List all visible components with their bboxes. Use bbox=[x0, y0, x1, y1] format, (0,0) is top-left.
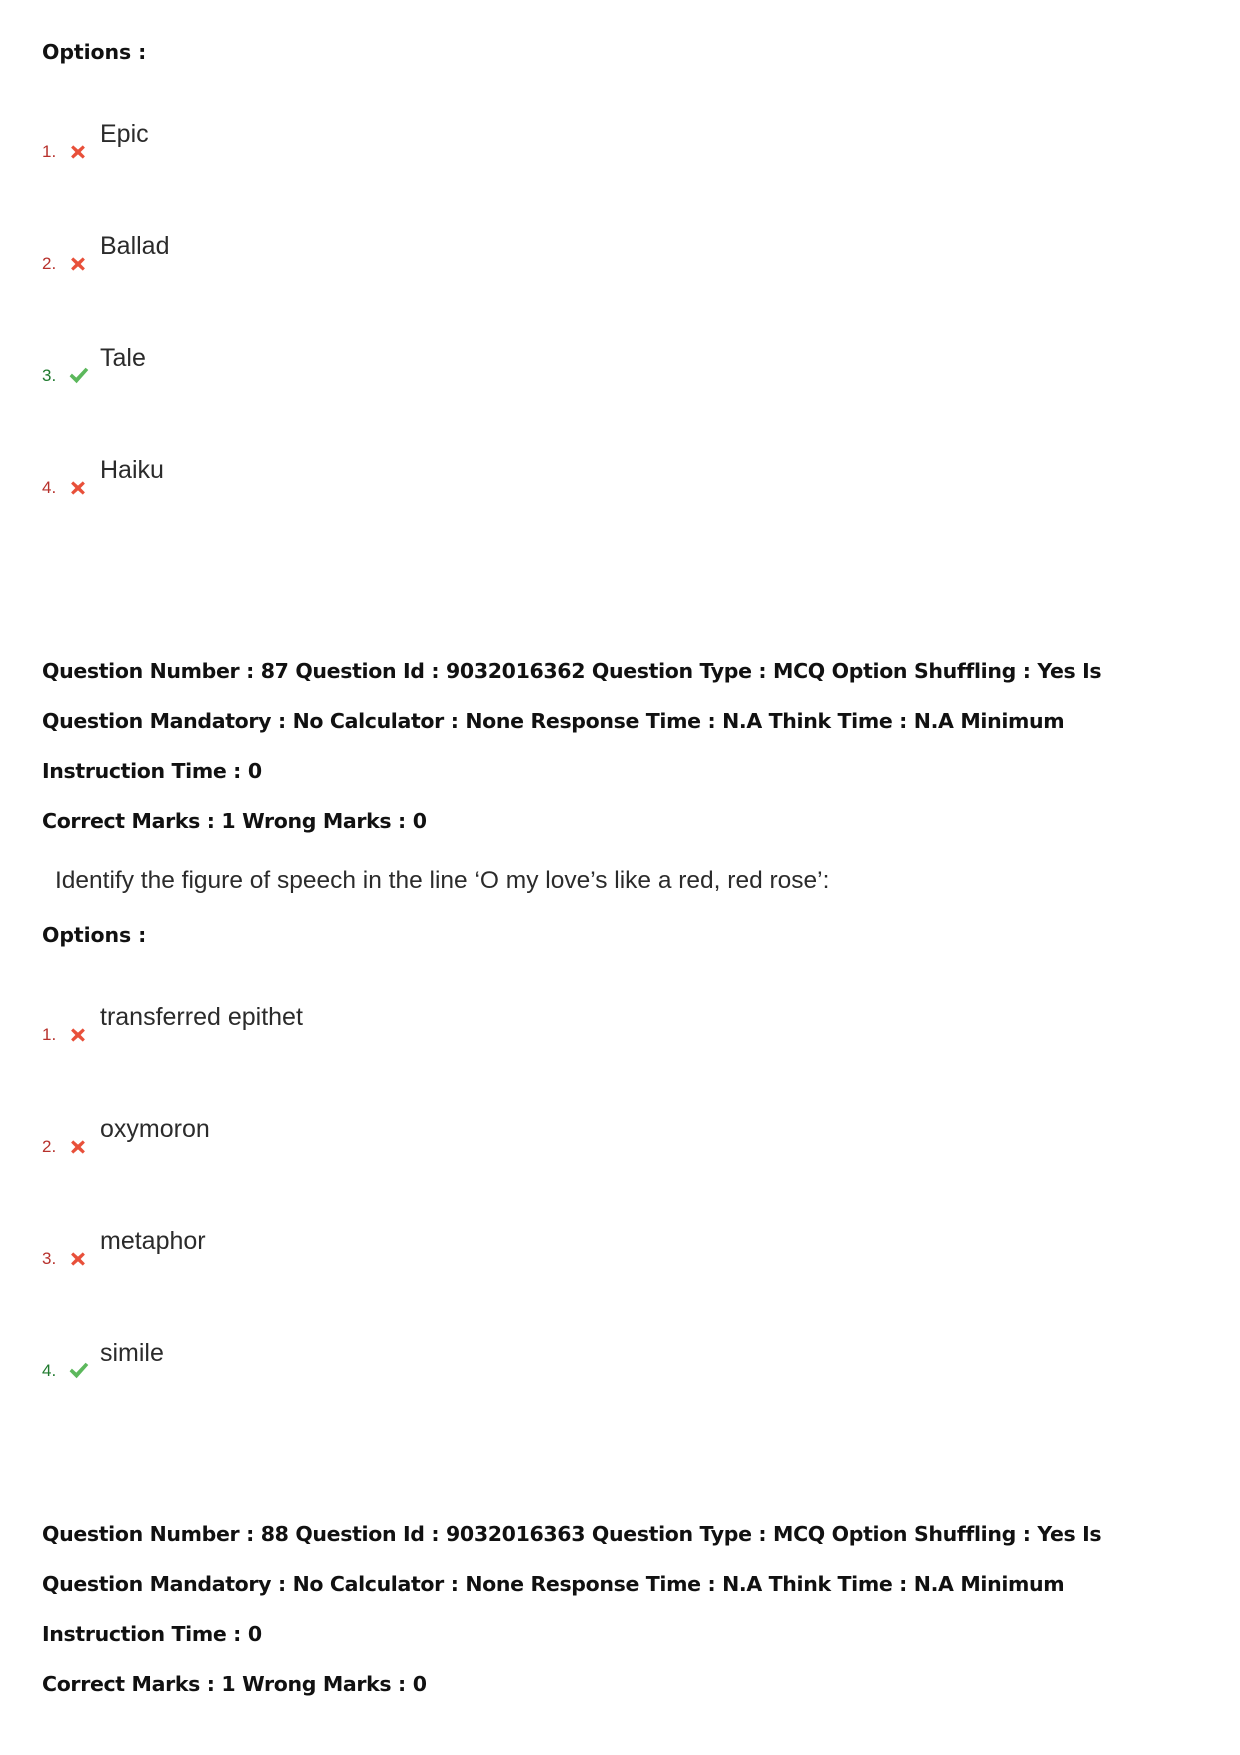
option-row[interactable]: 4. simile bbox=[0, 1297, 1240, 1409]
cross-icon bbox=[68, 1249, 88, 1269]
cross-icon bbox=[68, 254, 88, 274]
option-row[interactable]: 2. oxymoron bbox=[0, 1073, 1240, 1185]
meta-line-identity: Question Number : 88 Question Id : 90320… bbox=[42, 1522, 1102, 1547]
cross-icon bbox=[68, 1137, 88, 1157]
option-row[interactable]: 3. Tale bbox=[0, 302, 1240, 414]
meta-line-instruction-time: Instruction Time : 0 bbox=[42, 759, 262, 783]
cross-icon bbox=[68, 1025, 88, 1045]
option-number: 3. bbox=[42, 1249, 57, 1269]
option-row[interactable]: 4. Haiku bbox=[0, 414, 1240, 526]
meta-line-instruction-time: Instruction Time : 0 bbox=[42, 1622, 262, 1647]
option-row[interactable]: 2. Ballad bbox=[0, 190, 1240, 302]
cross-icon bbox=[68, 478, 88, 498]
check-icon bbox=[68, 366, 89, 386]
option-number: 1. bbox=[42, 142, 57, 161]
options-heading-q87: Options : bbox=[42, 923, 147, 948]
cross-icon bbox=[68, 142, 88, 162]
question-stem-q87: Identify the figure of speech in the lin… bbox=[55, 867, 830, 894]
check-icon bbox=[68, 1361, 89, 1381]
meta-line-marks: Correct Marks : 1 Wrong Marks : 0 bbox=[42, 809, 427, 833]
option-text: Ballad bbox=[100, 231, 170, 260]
option-text: simile bbox=[100, 1338, 164, 1367]
option-text: metaphor bbox=[100, 1226, 206, 1255]
option-list-q87: 1. transferred epithet 2. oxymoron 3. me… bbox=[0, 961, 1240, 1409]
options-heading-q86: Options : bbox=[42, 40, 147, 64]
option-list-q86: 1. Epic 2. Ballad 3. Tale 4. Haiku bbox=[0, 78, 1240, 526]
meta-line-marks: Correct Marks : 1 Wrong Marks : 0 bbox=[42, 1672, 427, 1697]
option-number: 1. bbox=[42, 1025, 57, 1045]
question-meta-q88: Question Number : 88 Question Id : 90320… bbox=[0, 1509, 1240, 1709]
question-meta-q87: Question Number : 87 Question Id : 90320… bbox=[0, 646, 1240, 846]
option-row[interactable]: 1. transferred epithet bbox=[0, 961, 1240, 1073]
meta-line-settings: Question Mandatory : No Calculator : Non… bbox=[42, 1572, 1065, 1597]
option-number: 3. bbox=[42, 366, 57, 385]
meta-line-settings: Question Mandatory : No Calculator : Non… bbox=[42, 709, 1065, 733]
option-text: Haiku bbox=[100, 455, 164, 484]
answer-key-page: Options : 1. Epic 2. Ballad 3. Tale 4. H… bbox=[0, 0, 1240, 1755]
option-row[interactable]: 3. metaphor bbox=[0, 1185, 1240, 1297]
option-number: 4. bbox=[42, 478, 57, 497]
option-number: 2. bbox=[42, 1137, 57, 1157]
option-text: Epic bbox=[100, 119, 149, 148]
option-row[interactable]: 1. Epic bbox=[0, 78, 1240, 190]
option-number: 4. bbox=[42, 1361, 57, 1381]
option-text: oxymoron bbox=[100, 1114, 210, 1143]
option-text: transferred epithet bbox=[100, 1002, 303, 1031]
option-text: Tale bbox=[100, 343, 146, 372]
option-number: 2. bbox=[42, 254, 57, 273]
meta-line-identity: Question Number : 87 Question Id : 90320… bbox=[42, 659, 1102, 683]
